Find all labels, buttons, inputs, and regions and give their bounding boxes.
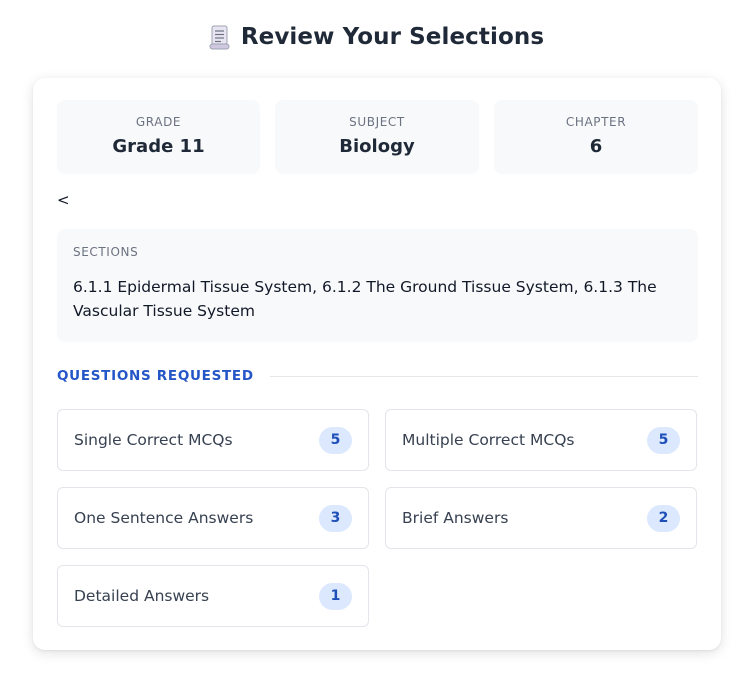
count-badge: 5 xyxy=(319,426,352,454)
divider xyxy=(269,375,698,377)
question-type-label: Single Correct MCQs xyxy=(74,431,233,449)
question-type-label: Detailed Answers xyxy=(74,587,210,605)
count-badge: 5 xyxy=(647,426,680,454)
chapter-label: CHAPTER xyxy=(565,115,627,129)
question-type-label: Multiple Correct MCQs xyxy=(402,431,575,449)
page-title: Review Your Selections xyxy=(240,24,545,50)
question-type-brief-answers: Brief Answers 2 xyxy=(385,487,697,549)
question-type-detailed-answers: Detailed Answers 1 xyxy=(57,565,369,627)
subject-box: SUBJECT Biology xyxy=(275,100,479,174)
question-type-multiple-correct-mcqs: Multiple Correct MCQs 5 xyxy=(385,409,697,471)
page-header: Review Your Selections xyxy=(0,20,753,54)
stray-text: < xyxy=(57,191,70,209)
question-type-label: Brief Answers xyxy=(402,509,509,527)
review-card: GRADE Grade 11 SUBJECT Biology CHAPTER 6… xyxy=(33,78,721,650)
grade-label: GRADE xyxy=(135,115,182,129)
questions-header-title: QUESTIONS REQUESTED xyxy=(57,368,254,384)
sections-box: SECTIONS 6.1.1 Epidermal Tissue System, … xyxy=(57,229,698,342)
subject-value: Biology xyxy=(339,136,415,157)
subject-label: SUBJECT xyxy=(349,115,405,129)
count-badge: 2 xyxy=(647,504,680,532)
grade-box: GRADE Grade 11 xyxy=(57,100,260,174)
question-type-single-correct-mcqs: Single Correct MCQs 5 xyxy=(57,409,369,471)
question-type-one-sentence-answers: One Sentence Answers 3 xyxy=(57,487,369,549)
count-badge: 1 xyxy=(319,582,352,610)
chapter-box: CHAPTER 6 xyxy=(494,100,698,174)
grade-value: Grade 11 xyxy=(112,136,205,157)
chapter-value: 6 xyxy=(589,136,603,157)
questions-header: QUESTIONS REQUESTED xyxy=(57,366,698,386)
count-badge: 3 xyxy=(319,504,352,532)
question-type-label: One Sentence Answers xyxy=(74,509,254,527)
sections-value: 6.1.1 Epidermal Tissue System, 6.1.2 The… xyxy=(73,278,657,320)
scroll-icon xyxy=(209,24,231,50)
sections-label: SECTIONS xyxy=(73,245,139,259)
